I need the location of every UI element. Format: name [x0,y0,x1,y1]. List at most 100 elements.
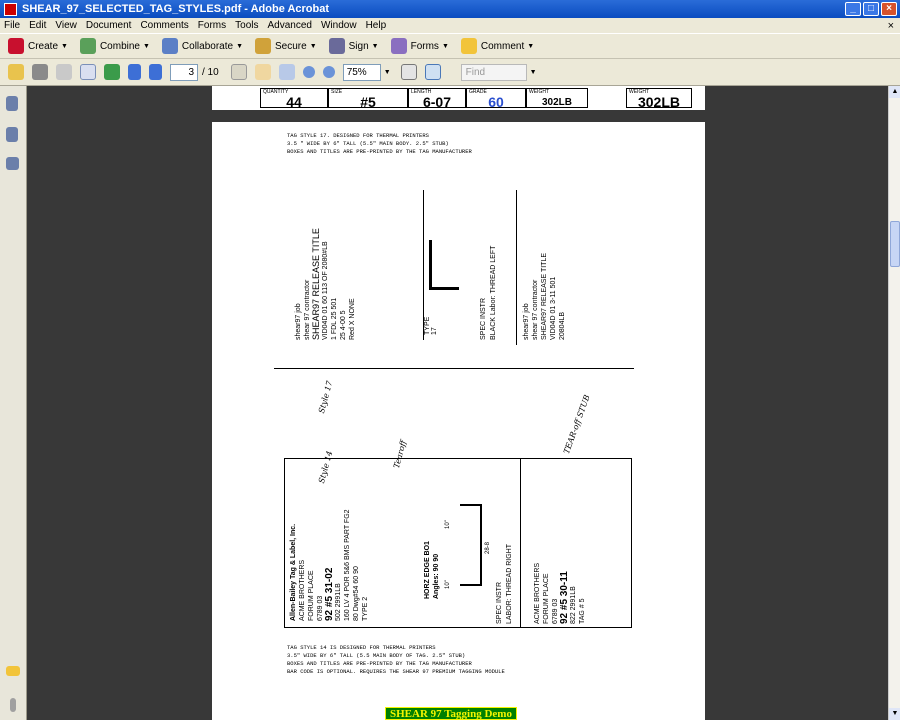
quantity-value: 44 [286,94,302,110]
weight-box: WEIGHT 302LB [526,88,588,108]
menu-forms[interactable]: Forms [198,20,226,31]
note-line: TAG STYLE 17. DESIGNED FOR THERMAL PRINT… [287,132,429,139]
stub-line: shear 97 contractor [532,279,539,340]
zoom-out-icon[interactable] [302,66,315,78]
previous-page-icon[interactable] [128,64,141,80]
tag-line: VID04D 01 60 113 OF 2080#LB [322,241,329,340]
tag14-shape-text: HORZ EDGE BO1 Angles: 90 90 [423,479,441,599]
create-pdf-icon [8,38,24,54]
print-icon[interactable] [32,64,48,80]
open-folder-icon[interactable] [8,64,24,80]
window-title: SHEAR_97_SELECTED_TAG_STYLES.pdf - Adobe… [22,3,330,15]
menu-edit[interactable]: Edit [29,20,46,31]
next-page-icon[interactable] [149,64,162,80]
menu-window[interactable]: Window [321,20,357,31]
combine-button[interactable]: Combine ▼ [79,38,150,54]
acrobat-icon [4,2,17,16]
save-icon[interactable] [56,64,72,80]
tag-line: 25 4-00 5 [340,310,347,340]
create-label: Create [28,40,59,52]
navigation-panel [0,86,27,720]
email-icon[interactable] [80,64,96,80]
tag-line: 92 #5 31-02 [324,567,335,621]
menu-view[interactable]: View [55,20,77,31]
menu-comments[interactable]: Comments [140,20,188,31]
sign-button[interactable]: Sign ▼ [328,38,379,54]
bend-shape-14 [460,504,482,586]
comment-button[interactable]: Comment ▼ [460,38,534,54]
stub-line: 822 2991LB [570,586,577,624]
stub-line: SHEAR97 RELEASE TITLE [541,252,548,340]
comments-panel-icon[interactable] [6,666,20,676]
bend-shape-17 [429,240,459,290]
menu-file[interactable]: File [4,20,20,31]
menu-document[interactable]: Document [86,20,132,31]
fit-page-icon[interactable] [400,64,417,80]
vertical-scrollbar[interactable]: ▲ ▼ [888,86,900,720]
length-box: LENGTH 6-07 [408,88,466,110]
bookmarks-panel-icon[interactable] [6,127,18,142]
tag-line: 502 2991LB [335,583,342,621]
hand-tool-icon[interactable] [254,64,271,80]
page-number-input[interactable]: 3 [170,63,198,81]
note-line: BOXES AND TITLES ARE PRE-PRINTED BY THE … [287,660,472,667]
forms-icon [390,38,407,54]
minimize-button[interactable]: _ [845,2,861,16]
menu-help[interactable]: Help [366,20,387,31]
close-button[interactable]: × [881,2,897,16]
grade-box: GRADE 60 [466,88,526,110]
forms-button[interactable]: Forms ▼ [390,38,449,54]
note-line: TAG STYLE 14 IS DESIGNED FOR THERMAL PRI… [287,644,436,651]
tag-line: ACME BROTHERS [299,559,306,621]
notes-bottom: TAG STYLE 14 IS DESIGNED FOR THERMAL PRI… [287,644,505,676]
scroll-thumb[interactable] [890,221,900,267]
forms-label: Forms [410,40,439,52]
secure-label: Secure [275,40,307,52]
tag-company: Allen-Bailey Tag & Label, Inc. [290,523,297,621]
pdf-page: TAG STYLE 17. DESIGNED FOR THERMAL PRINT… [212,122,705,720]
network-icon[interactable] [104,64,120,80]
secure-button[interactable]: Secure ▼ [255,38,317,54]
attachments-panel-icon[interactable] [10,698,16,712]
find-dropdown-icon[interactable]: ▼ [530,69,537,76]
combine-icon [79,38,96,54]
stub-line: 20804LB [559,311,566,340]
scroll-up-icon[interactable]: ▲ [889,86,900,98]
maximize-button[interactable]: □ [863,2,879,16]
document-close-icon[interactable]: × [888,20,894,32]
signatures-panel-icon[interactable] [6,157,19,170]
create-button[interactable]: Create ▼ [8,38,68,54]
fit-width-icon[interactable] [424,64,441,80]
demo-banner: SHEAR 97 Tagging Demo [385,707,517,720]
zoom-dropdown-icon[interactable]: ▼ [384,69,391,76]
tag17-text: shear97 job shear 97 contractor SHEAR97 … [294,200,357,340]
tag17-stub-instr: SPEC INSTR BLACK Labor: THREAD LEFT [479,200,499,340]
tag-line: 80 Dwg#54 60 90 [353,566,360,621]
navigation-toolbar: 3 / 10 75% ▼ Find ▼ [0,59,900,86]
zoom-level-input[interactable]: 75% [342,63,381,81]
shape-dim: 28-8 [485,541,491,554]
tag-line: 1 FDL 25 501 [331,297,338,340]
weight-value-2: 302LB [637,94,681,110]
tag-line: 160 LV 4 POR 5&6 BMS PART FG2 [344,509,351,621]
menu-advanced[interactable]: Advanced [268,20,312,31]
stub-line: shear97 job [523,303,530,340]
menu-tools[interactable]: Tools [235,20,258,31]
select-text-icon[interactable] [230,64,247,80]
zoom-tool-icon[interactable] [278,64,295,80]
find-input[interactable]: Find [460,63,527,81]
menu-bar: File Edit View Document Comments Forms T… [0,18,900,33]
grade-value: 60 [488,94,504,110]
collaborate-button[interactable]: Collaborate ▼ [161,38,243,54]
scroll-down-icon[interactable]: ▼ [889,708,900,720]
stub-line: FORUM PLACE [543,573,550,624]
stub-line: TAG # 5 [579,598,586,624]
stub-line: 92 #5 30-11 [559,571,570,624]
note-line: 3.5 " WIDE BY 6" TALL (5.5" MAIN BODY. 2… [287,140,449,147]
weight-value: 302LB [541,97,572,108]
combine-label: Combine [99,40,140,52]
pages-panel-icon[interactable] [6,96,18,111]
stub-line: SPEC INSTR [480,297,487,340]
collaborate-icon [161,38,178,54]
zoom-in-icon[interactable] [322,66,335,78]
